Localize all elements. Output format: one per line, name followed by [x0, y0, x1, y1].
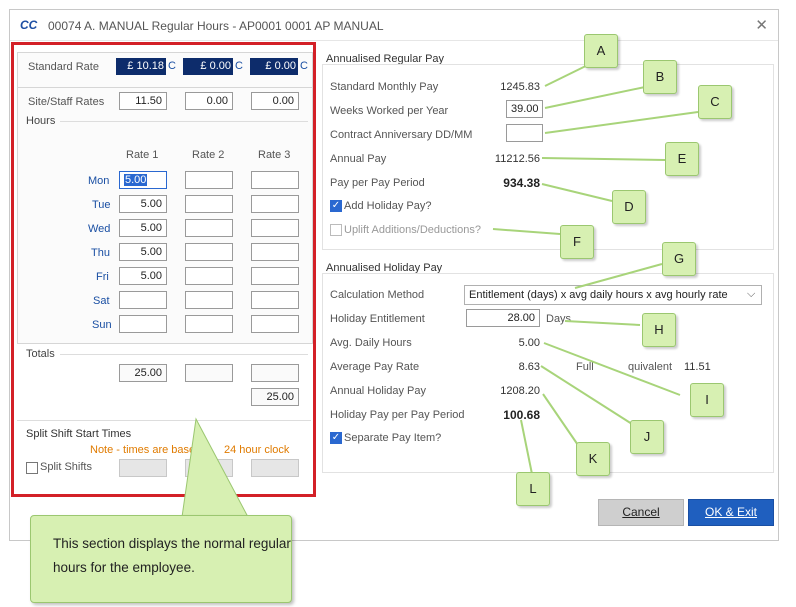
callout-h: H — [642, 313, 676, 347]
callout-l: L — [516, 472, 550, 506]
callout-g: G — [662, 242, 696, 276]
leader-d — [541, 183, 613, 202]
leader-h — [564, 320, 641, 326]
callout-a: A — [584, 34, 618, 68]
callout-k: K — [576, 442, 610, 476]
big-callout-pointer — [181, 417, 249, 518]
leader-k — [542, 393, 581, 449]
leader-g — [574, 263, 663, 289]
leader-i — [543, 342, 681, 396]
callout-i: I — [690, 383, 724, 417]
callout-b: B — [643, 60, 677, 94]
leader-j — [540, 365, 633, 425]
leader-b — [544, 86, 646, 109]
leader-e — [541, 157, 666, 161]
callout-d: D — [612, 190, 646, 224]
leader-l — [520, 419, 533, 475]
callout-j: J — [630, 420, 664, 454]
callout-e: E — [665, 142, 699, 176]
description-callout: This section displays the normal regular… — [30, 515, 292, 603]
callout-f: F — [560, 225, 594, 259]
leader-c — [544, 111, 699, 134]
leader-f — [492, 228, 561, 235]
callout-c: C — [698, 85, 732, 119]
